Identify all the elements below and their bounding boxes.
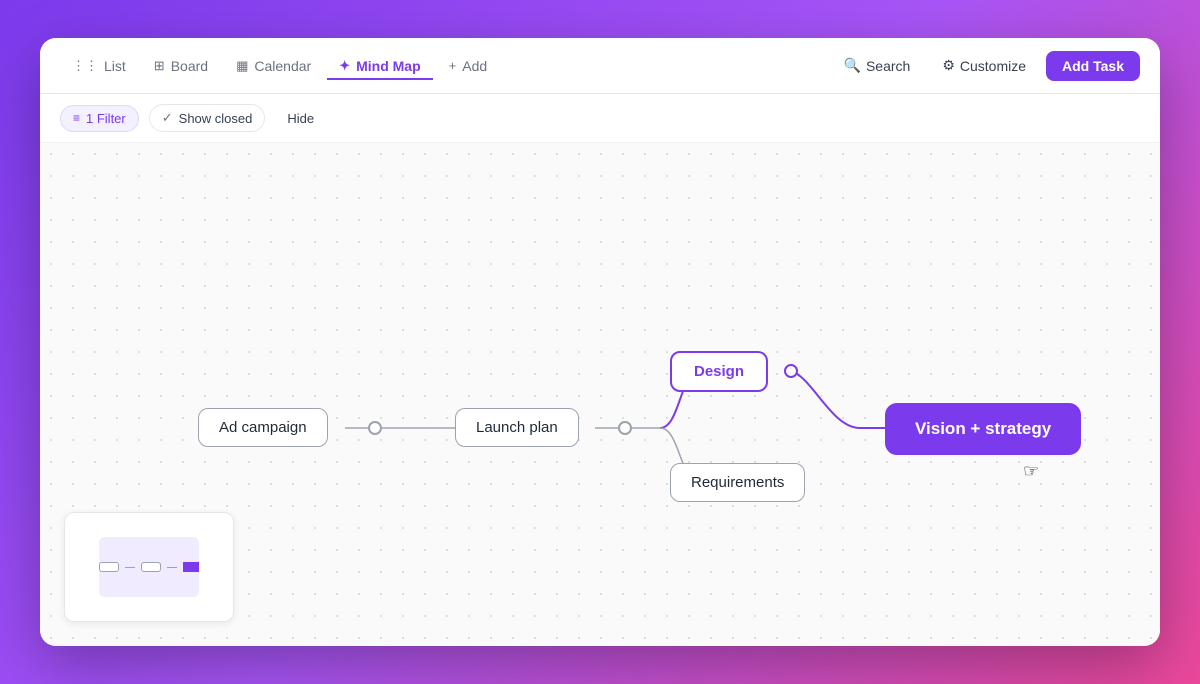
tab-add[interactable]: + Add [437,52,500,80]
customize-label: Customize [960,58,1026,74]
plus-icon: + [449,58,457,73]
board-icon: ⊞ [154,58,165,74]
minimap-node-2 [141,562,161,572]
node-vision-strategy[interactable]: Vision + strategy [885,403,1081,455]
add-task-button[interactable]: Add Task [1046,51,1140,81]
cursor: ☞ [1023,461,1039,482]
show-closed-button[interactable]: ✓ Show closed [149,104,266,132]
hide-button[interactable]: Hide [275,106,326,131]
node-launch-plan[interactable]: Launch plan [455,408,579,447]
tab-calendar[interactable]: ▦ Calendar [224,52,323,80]
tab-add-label: Add [462,58,487,74]
node-requirements[interactable]: Requirements [670,463,805,502]
mind-map-canvas[interactable]: Ad campaign Launch plan Design Requireme… [40,143,1160,646]
tab-board[interactable]: ⊞ Board [142,52,220,80]
hide-label: Hide [287,111,314,126]
minimap-content [99,537,199,597]
minimap[interactable] [64,512,234,622]
nav-right: 🔍 Search ⚙ Customize Add Task [832,51,1140,81]
check-circle-icon: ✓ [162,110,173,126]
node-vision-strategy-label: Vision + strategy [915,419,1051,439]
toolbar: ≡ 1 Filter ✓ Show closed Hide [40,94,1160,143]
node-ad-campaign-label: Ad campaign [219,419,307,436]
add-task-label: Add Task [1062,58,1124,74]
search-label: Search [866,58,910,74]
minimap-node-highlighted [183,562,199,572]
gear-icon: ⚙ [942,57,955,74]
mindmap-icon: ✦ [339,58,350,74]
connector-dot-2 [618,421,632,435]
tab-list-label: List [104,58,126,74]
filter-button[interactable]: ≡ 1 Filter [60,105,139,132]
calendar-icon: ▦ [236,58,248,74]
tab-calendar-label: Calendar [254,58,311,74]
node-design[interactable]: Design [670,351,768,392]
filter-label: 1 Filter [86,111,126,126]
app-window: ⋮⋮ List ⊞ Board ▦ Calendar ✦ Mind Map + … [40,38,1160,646]
minimap-node-1 [99,562,119,572]
node-design-label: Design [694,363,744,380]
tab-list[interactable]: ⋮⋮ List [60,52,138,80]
node-launch-plan-label: Launch plan [476,419,558,436]
connector-dot-3 [784,364,798,378]
navbar: ⋮⋮ List ⊞ Board ▦ Calendar ✦ Mind Map + … [40,38,1160,94]
node-ad-campaign[interactable]: Ad campaign [198,408,328,447]
minimap-line-1 [125,567,136,568]
search-icon: 🔍 [844,57,861,74]
tab-mindmap-label: Mind Map [356,58,421,74]
connector-dot-1 [368,421,382,435]
minimap-line-2 [167,567,178,568]
search-button[interactable]: 🔍 Search [832,51,923,80]
show-closed-label: Show closed [179,111,253,126]
filter-icon: ≡ [73,111,80,125]
tab-mindmap[interactable]: ✦ Mind Map [327,52,432,80]
customize-button[interactable]: ⚙ Customize [930,51,1038,80]
node-requirements-label: Requirements [691,474,784,491]
list-icon: ⋮⋮ [72,58,98,74]
tab-board-label: Board [171,58,208,74]
